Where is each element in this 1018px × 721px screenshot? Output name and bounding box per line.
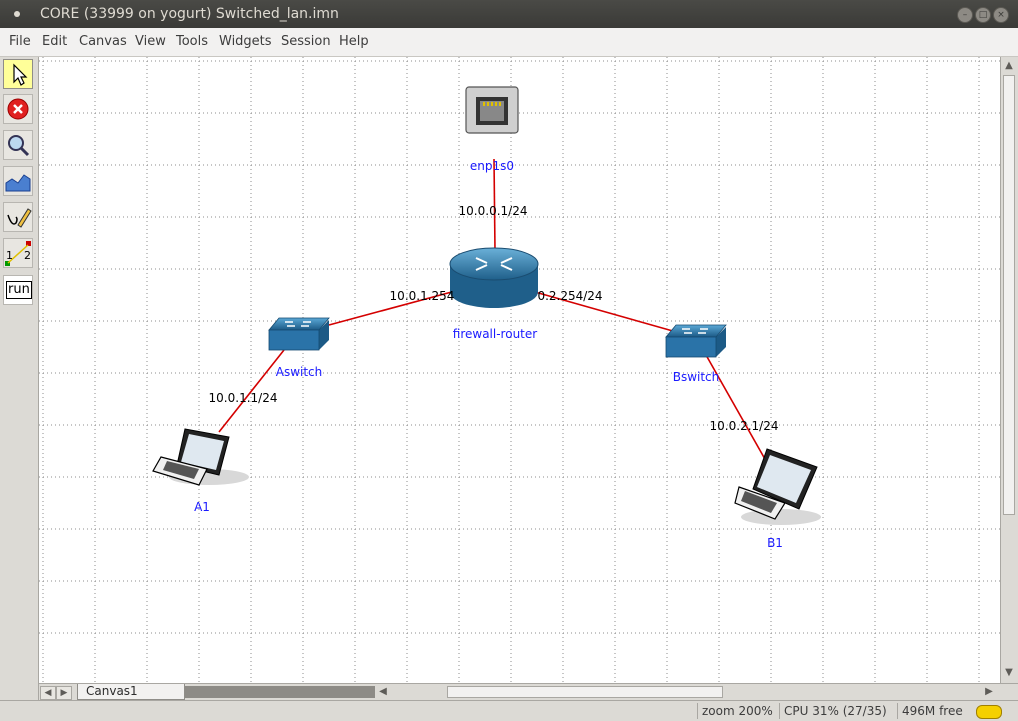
node-label-a1: A1 <box>194 500 210 514</box>
select-tool-button[interactable] <box>3 59 33 89</box>
switch-a-icon[interactable] <box>268 317 330 351</box>
tab-next-icon[interactable]: ▶ <box>56 686 72 700</box>
plot-tool-button[interactable] <box>3 166 33 196</box>
horizontal-scrollbar[interactable]: ◀ ▶ <box>375 684 999 700</box>
run-tool-button[interactable]: run <box>3 275 33 305</box>
graph-icon <box>5 174 31 192</box>
menu-file[interactable]: File <box>9 34 31 49</box>
twonode-label-a: 1 <box>6 249 13 262</box>
horizontal-scroll-thumb[interactable] <box>447 686 723 698</box>
ip-label-b1: 10.0.2.1/24 <box>710 419 779 433</box>
ip-label-enp1s0: 10.0.0.1/24 <box>459 204 528 218</box>
menu-tools[interactable]: Tools <box>176 34 208 49</box>
canvas-tab-bar: ◀ ▶ Canvas1 ◀ ▶ <box>39 683 1018 701</box>
twonode-label-b: 2 <box>24 249 31 262</box>
menu-bar: File Edit Canvas View Tools Widgets Sess… <box>0 28 1018 57</box>
ip-label-a1: 10.0.1.1/24 <box>209 391 278 405</box>
stop-tool-button[interactable] <box>3 94 33 124</box>
menu-session[interactable]: Session <box>281 34 331 49</box>
node-label-aswitch: Aswitch <box>276 365 323 379</box>
scroll-down-icon[interactable]: ▼ <box>1003 667 1015 679</box>
vertical-scroll-thumb[interactable] <box>1003 75 1015 515</box>
node-label-bswitch: Bswitch <box>673 370 720 384</box>
tab-canvas1[interactable]: Canvas1 <box>77 684 185 700</box>
tab-bar-filler <box>185 686 375 698</box>
grid-lines <box>39 57 1000 683</box>
menu-canvas[interactable]: Canvas <box>79 34 127 49</box>
scroll-right-icon[interactable]: ▶ <box>983 686 995 698</box>
window-title: CORE (33999 on yogurt) Switched_lan.imn <box>40 6 339 22</box>
maximize-button[interactable]: □ <box>975 7 991 23</box>
node-label-b1: B1 <box>767 536 783 550</box>
scroll-left-icon[interactable]: ◀ <box>377 686 389 698</box>
window-menu-icon[interactable] <box>14 11 20 17</box>
run-icon: run <box>6 281 32 299</box>
node-label-router: firewall-router <box>453 327 537 341</box>
cpu-status: CPU 31% (27/35) <box>779 703 896 719</box>
tool-palette: 1 2 run <box>0 57 39 700</box>
tab-prev-icon[interactable]: ◀ <box>40 686 56 700</box>
scroll-up-icon[interactable]: ▲ <box>1003 60 1015 72</box>
ip-label-router-a: 10.0.1.254 <box>390 289 455 303</box>
menu-help[interactable]: Help <box>339 34 369 49</box>
topology-view: enp1s0 firewall-router Aswitch Bswitch A… <box>39 57 1000 683</box>
router-icon[interactable] <box>449 247 539 308</box>
marker-tool-button[interactable] <box>3 202 33 232</box>
ip-label-router-b: 0.2.254/24 <box>537 289 602 303</box>
status-bar: zoom 200% CPU 31% (27/35) 496M free <box>0 700 1018 721</box>
arrow-cursor-icon <box>13 63 28 86</box>
twonode-icon: 1 2 <box>5 241 31 266</box>
menu-widgets[interactable]: Widgets <box>219 34 272 49</box>
zoom-status: zoom 200% <box>697 703 780 719</box>
magnifier-icon <box>8 135 30 157</box>
node-label-enp1s0: enp1s0 <box>470 159 514 173</box>
cedar-logo-icon <box>976 705 1002 719</box>
twonode-tool-button[interactable]: 1 2 <box>3 238 33 268</box>
menu-edit[interactable]: Edit <box>42 34 67 49</box>
observer-tool-button[interactable] <box>3 130 33 160</box>
switch-b-icon[interactable] <box>665 324 727 358</box>
pencil-icon <box>7 208 32 228</box>
memory-status: 496M free <box>897 703 970 719</box>
vertical-scrollbar[interactable]: ▲ ▼ <box>1000 57 1018 683</box>
minimize-button[interactable]: – <box>957 7 973 23</box>
stop-icon <box>7 98 29 120</box>
title-bar: CORE (33999 on yogurt) Switched_lan.imn … <box>0 0 1018 28</box>
network-canvas[interactable]: enp1s0 firewall-router Aswitch Bswitch A… <box>39 57 1000 683</box>
close-button[interactable]: × <box>993 7 1009 23</box>
rj45-icon[interactable] <box>465 86 519 134</box>
menu-view[interactable]: View <box>135 34 166 49</box>
